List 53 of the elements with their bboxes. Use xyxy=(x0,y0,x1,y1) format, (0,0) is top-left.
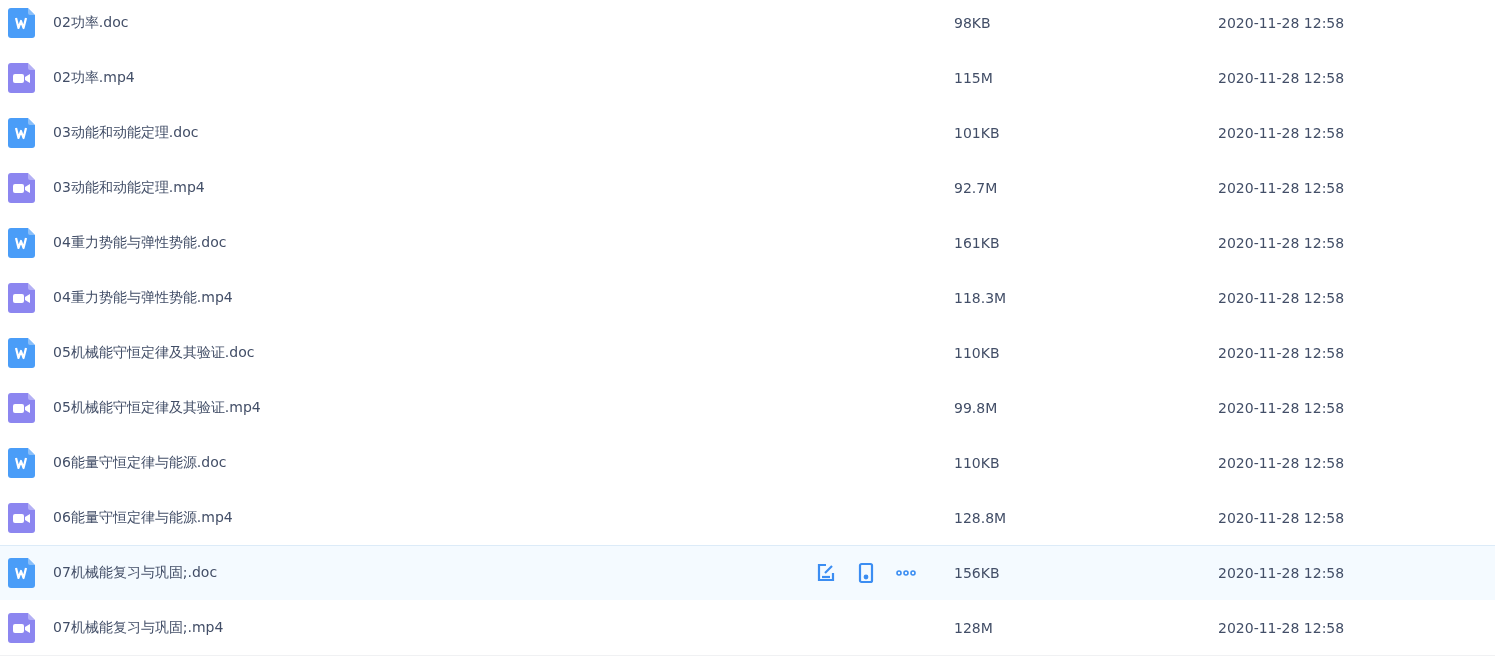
word-file-icon xyxy=(8,448,35,478)
video-file-icon xyxy=(8,503,35,533)
file-date: 2020-11-28 12:58 xyxy=(1218,15,1346,31)
file-name: 05机械能守恒定律及其验证.mp4 xyxy=(53,399,262,417)
more-icon xyxy=(896,570,916,576)
word-file-icon xyxy=(8,558,35,588)
file-date: 2020-11-28 12:58 xyxy=(1218,70,1346,86)
file-date: 2020-11-28 12:58 xyxy=(1218,125,1346,141)
file-name: 03动能和动能定理.mp4 xyxy=(53,179,206,197)
video-file-icon xyxy=(8,613,35,643)
file-name: 07机械能复习与巩固;.doc xyxy=(53,564,219,582)
file-name: 06能量守恒定律与能源.doc xyxy=(53,454,228,472)
file-name: 02功率.mp4 xyxy=(53,69,136,87)
file-date: 2020-11-28 12:58 xyxy=(1218,620,1346,636)
file-row[interactable]: 07机械能复习与巩固;.doc 156KB 2020-11-28 12:58 xyxy=(0,545,1495,601)
video-file-icon xyxy=(8,173,35,203)
file-size: 92.7M xyxy=(954,180,999,196)
file-date: 2020-11-28 12:58 xyxy=(1218,400,1346,416)
file-name: 02功率.doc xyxy=(53,14,130,32)
file-size: 110KB xyxy=(954,455,1001,471)
file-date: 2020-11-28 12:58 xyxy=(1218,455,1346,471)
file-size: 128.8M xyxy=(954,510,1008,526)
file-size: 128M xyxy=(954,620,994,636)
file-date: 2020-11-28 12:58 xyxy=(1218,235,1346,251)
word-file-icon xyxy=(8,8,35,38)
file-name: 06能量守恒定律与能源.mp4 xyxy=(53,509,234,527)
word-file-icon xyxy=(8,228,35,258)
phone-icon xyxy=(858,562,874,584)
file-size: 161KB xyxy=(954,235,1001,251)
file-size: 115M xyxy=(954,70,994,86)
file-date: 2020-11-28 12:58 xyxy=(1218,510,1346,526)
video-file-icon xyxy=(8,63,35,93)
file-name: 03动能和动能定理.doc xyxy=(53,124,200,142)
file-size: 156KB xyxy=(954,565,1001,581)
file-date: 2020-11-28 12:58 xyxy=(1218,565,1346,581)
file-name: 04重力势能与弹性势能.doc xyxy=(53,234,228,252)
file-size: 110KB xyxy=(954,345,1001,361)
file-size: 118.3M xyxy=(954,290,1008,306)
word-file-icon xyxy=(8,118,35,148)
file-row[interactable]: 07机械能复习与巩固;.mp4 128M 2020-11-28 12:58 xyxy=(0,600,1495,656)
word-file-icon xyxy=(8,338,35,368)
file-name: 04重力势能与弹性势能.mp4 xyxy=(53,289,234,307)
file-size: 101KB xyxy=(954,125,1001,141)
file-size: 98KB xyxy=(954,15,992,31)
video-file-icon xyxy=(8,393,35,423)
edit-icon xyxy=(816,563,836,583)
file-date: 2020-11-28 12:58 xyxy=(1218,180,1346,196)
file-name: 07机械能复习与巩固;.mp4 xyxy=(53,619,225,637)
file-name: 05机械能守恒定律及其验证.doc xyxy=(53,344,256,362)
video-file-icon xyxy=(8,283,35,313)
file-date: 2020-11-28 12:58 xyxy=(1218,345,1346,361)
file-date: 2020-11-28 12:58 xyxy=(1218,290,1346,306)
file-size: 99.8M xyxy=(954,400,999,416)
